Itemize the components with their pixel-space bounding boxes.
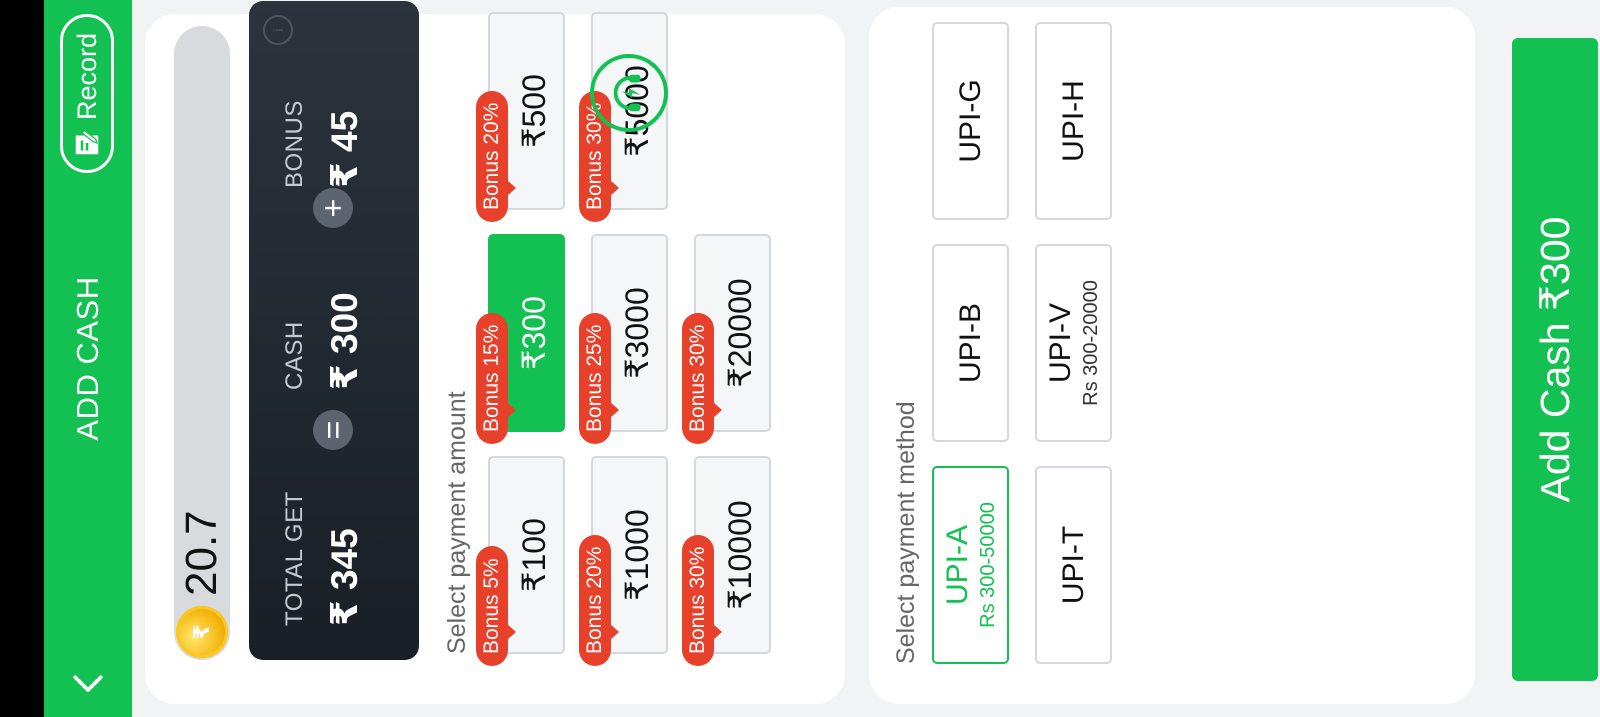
method-name: UPI-H	[1056, 80, 1090, 162]
screen: ADD CASH Record ₹ 20.7 i TOTAL GET ₹ 345…	[44, 0, 1600, 717]
method-range: Rs 300-20000	[1080, 280, 1102, 406]
bonus-tag: Bonus 20%	[476, 90, 508, 222]
amount-option-20000[interactable]: Bonus 30% ₹20000	[682, 234, 771, 444]
amount-value: ₹500	[516, 74, 552, 148]
add-cash-button[interactable]: Add Cash ₹300	[1512, 38, 1598, 681]
stage: ADD CASH Record ₹ 20.7 i TOTAL GET ₹ 345…	[44, 0, 1600, 717]
method-name: UPI-B	[953, 303, 987, 384]
amount-option-500[interactable]: Bonus 20% ₹500	[476, 12, 565, 222]
amount-value: ₹20000	[722, 278, 758, 388]
method-option-upi-h[interactable]: UPI-H	[1035, 22, 1112, 220]
coin-icon: ₹	[176, 606, 228, 658]
bonus-tag: Bonus 15%	[476, 312, 508, 444]
method-option-upi-v[interactable]: UPI-V Rs 300-20000	[1035, 244, 1112, 442]
support-headset-icon	[613, 74, 641, 112]
method-option-upi-a[interactable]: UPI-A Rs 300-50000	[932, 466, 1009, 664]
amount-option-1000[interactable]: Bonus 20% ₹1000	[579, 456, 668, 666]
total-value: ₹ 345	[324, 528, 365, 626]
bonus-tag: Bonus 5%	[476, 546, 508, 666]
bonus-tag: Bonus 20%	[579, 534, 611, 666]
support-button[interactable]	[590, 54, 668, 132]
total-label: TOTAL GET	[281, 491, 308, 626]
amount-value: ₹300	[516, 296, 552, 370]
balance-pill: ₹ 20.7	[174, 26, 230, 660]
method-option-upi-g[interactable]: UPI-G	[932, 22, 1009, 220]
balance-value: 20.7	[177, 510, 226, 596]
bonus-column: BONUS ₹ 45	[281, 100, 366, 188]
amount-option-100[interactable]: Bonus 5% ₹100	[476, 456, 565, 666]
amount-option-10000[interactable]: Bonus 30% ₹10000	[682, 456, 771, 666]
header-bar: ADD CASH Record	[44, 0, 132, 717]
amount-value: ₹100	[516, 518, 552, 592]
amount-value: ₹3000	[619, 287, 655, 379]
method-range: Rs 300-50000	[977, 502, 999, 628]
plus-icon: +	[313, 188, 353, 228]
record-button[interactable]: Record	[60, 14, 114, 174]
method-section-label: Select payment method	[892, 401, 920, 664]
bonus-value: ₹ 45	[324, 110, 365, 188]
method-option-upi-t[interactable]: UPI-T	[1035, 466, 1112, 664]
method-option-upi-b[interactable]: UPI-B	[932, 244, 1009, 442]
amount-value: ₹10000	[722, 500, 758, 610]
method-panel: Select payment method UPI-A Rs 300-50000…	[869, 7, 1475, 704]
bonus-tag: Bonus 30%	[682, 312, 714, 444]
bonus-label: BONUS	[281, 100, 308, 188]
amount-section-label: Select payment amount	[443, 391, 471, 654]
summary-card: i TOTAL GET ₹ 345 = CASH ₹ 300 + BONUS ₹…	[249, 1, 419, 660]
amount-option-3000[interactable]: Bonus 25% ₹3000	[579, 234, 668, 444]
cash-column: CASH ₹ 300	[281, 292, 366, 390]
bonus-tag: Bonus 25%	[579, 312, 611, 444]
method-name: UPI-A	[941, 525, 974, 606]
record-label: Record	[71, 33, 102, 121]
info-icon: i	[263, 15, 293, 45]
amount-panel: ₹ 20.7 i TOTAL GET ₹ 345 = CASH ₹ 300 + …	[145, 1, 845, 704]
total-column: TOTAL GET ₹ 345	[281, 491, 366, 626]
cash-value: ₹ 300	[324, 292, 365, 390]
record-icon	[75, 129, 99, 155]
bonus-tag: Bonus 30%	[682, 534, 714, 666]
amount-value: ₹1000	[619, 509, 655, 601]
method-name: UPI-T	[1056, 525, 1090, 605]
equals-icon: =	[313, 410, 353, 450]
method-name: UPI-G	[953, 79, 987, 163]
amount-option-300[interactable]: Bonus 15% ₹300	[476, 234, 565, 444]
cash-label: CASH	[281, 321, 308, 390]
method-name: UPI-V	[1044, 303, 1077, 384]
